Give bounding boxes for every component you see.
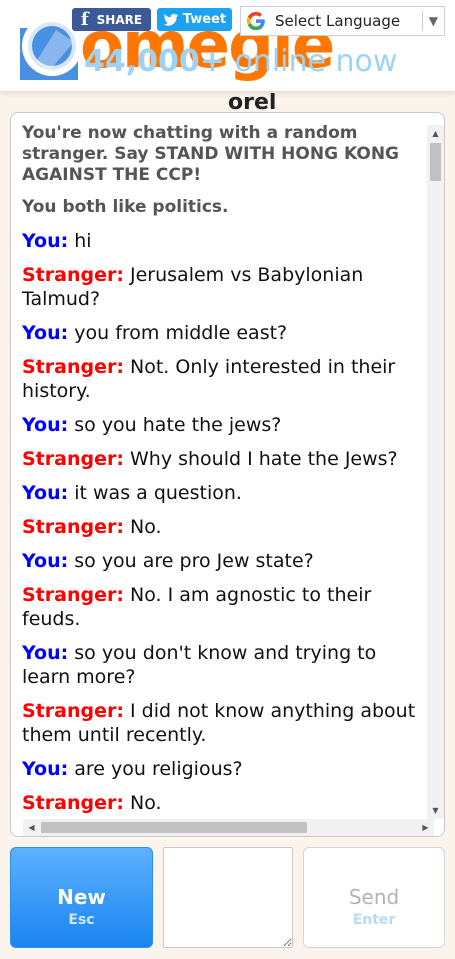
scroll-down-arrow-icon[interactable]: ▼	[427, 802, 444, 819]
send-button[interactable]: Send Enter	[303, 847, 445, 948]
new-chat-button[interactable]: New Esc	[10, 847, 153, 948]
chat-message: You: so you are pro Jew state?	[22, 549, 428, 573]
message-text: you from middle east?	[74, 322, 288, 344]
online-count-number: 44,000+	[84, 44, 225, 79]
chat-message: Stranger: Jerusalem vs Babylonian Talmud…	[22, 263, 428, 311]
chat-message: Stranger: I did not know anything about …	[22, 699, 428, 747]
chat-log: You're now chatting with a random strang…	[11, 113, 428, 818]
share-label: SHARE	[96, 12, 143, 27]
chat-message: Stranger: No.	[22, 791, 428, 815]
chat-message: Stranger: No. I am agnostic to their feu…	[22, 583, 428, 631]
twitter-bird-icon	[163, 13, 178, 26]
chat-message: You: so you don't know and trying to lea…	[22, 641, 428, 689]
sender-stranger-label: Stranger:	[22, 516, 124, 538]
header: omegle 44,000+ online now f SHARE Tweet …	[0, 0, 455, 91]
google-icon	[246, 11, 265, 31]
sender-you-label: You:	[22, 322, 69, 344]
sender-stranger-label: Stranger:	[22, 792, 124, 814]
sender-you-label: You:	[22, 482, 69, 504]
message-text: No.	[130, 516, 162, 538]
message-text: Why should I hate the Jews?	[130, 448, 398, 470]
message-text: are you religious?	[74, 758, 243, 780]
vertical-scrollbar[interactable]: ▲ ▼	[427, 125, 444, 819]
sender-you-label: You:	[22, 642, 69, 664]
chat-message: You: so you hate the jews?	[22, 413, 428, 437]
send-button-label: Send	[348, 885, 400, 909]
system-message: You're now chatting with a random strang…	[22, 123, 400, 185]
new-button-label: New	[57, 885, 106, 909]
chat-message: You: hi	[22, 229, 428, 253]
chat-message: Stranger: No.	[22, 515, 428, 539]
sender-you-label: You:	[22, 550, 69, 572]
scroll-left-arrow-icon[interactable]: ◀	[23, 819, 40, 836]
sender-stranger-label: Stranger:	[22, 584, 124, 606]
facebook-icon: f	[80, 9, 89, 30]
sender-you-label: You:	[22, 414, 69, 436]
tweet-label: Tweet	[182, 12, 227, 27]
send-button-shortcut: Enter	[352, 912, 396, 928]
sender-you-label: You:	[22, 230, 69, 252]
message-text: so you hate the jews?	[74, 414, 282, 436]
language-select[interactable]: Select Language ▼	[240, 6, 445, 36]
online-count-label: online now	[234, 44, 398, 79]
scroll-right-arrow-icon[interactable]: ▶	[417, 819, 434, 836]
language-select-label: Select Language	[275, 12, 401, 30]
message-input[interactable]	[163, 847, 293, 948]
sender-stranger-label: Stranger:	[22, 700, 124, 722]
message-text: hi	[74, 230, 92, 252]
facebook-share-button[interactable]: f SHARE	[72, 8, 151, 31]
sender-stranger-label: Stranger:	[22, 264, 124, 286]
message-text: so you are pro Jew state?	[74, 550, 314, 572]
message-text: so you don't know and trying to learn mo…	[22, 642, 377, 688]
message-text: No.	[130, 792, 162, 814]
chat-message: You: it was a question.	[22, 481, 428, 505]
chat-message: Stranger: Not. Only interested in their …	[22, 355, 428, 403]
sender-you-label: You:	[22, 758, 69, 780]
sender-stranger-label: Stranger:	[22, 356, 124, 378]
select-divider	[421, 11, 423, 31]
sender-stranger-label: Stranger:	[22, 448, 124, 470]
horizontal-scroll-thumb[interactable]	[41, 822, 307, 833]
partially-hidden-text: orel	[228, 93, 277, 113]
vertical-scroll-thumb[interactable]	[430, 143, 441, 181]
online-count: 44,000+ online now	[84, 45, 397, 79]
chat-message: You: you from middle east?	[22, 321, 428, 345]
new-button-shortcut: Esc	[68, 912, 95, 928]
horizontal-scrollbar[interactable]: ◀ ▶	[23, 819, 434, 836]
scroll-up-arrow-icon[interactable]: ▲	[427, 125, 444, 142]
system-message: You both like politics.	[22, 197, 229, 217]
dropdown-arrow-icon: ▼	[428, 14, 438, 28]
chat-message: You: are you religious?	[22, 757, 428, 781]
message-list: You: hi Stranger: Jerusalem vs Babylonian…	[22, 229, 428, 815]
chat-message: Stranger: Why should I hate the Jews?	[22, 447, 428, 471]
chat-log-box[interactable]: You're now chatting with a random strang…	[10, 112, 445, 837]
tweet-button[interactable]: Tweet	[157, 8, 232, 31]
message-text: it was a question.	[74, 482, 242, 504]
